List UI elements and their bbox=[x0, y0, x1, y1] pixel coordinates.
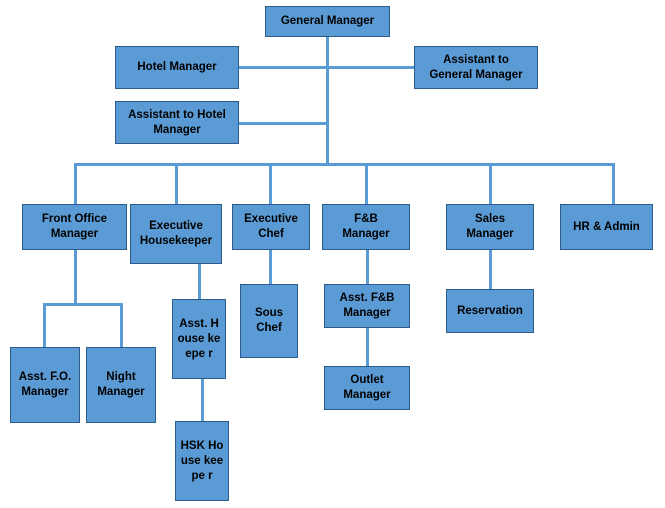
connector-drop-fb-manager bbox=[365, 163, 368, 204]
connector-drop-night-manager bbox=[120, 303, 123, 347]
node-label-hsk-housekeeper: HSK House keepe r bbox=[180, 439, 224, 482]
node-hr-admin[interactable]: HR & Admin bbox=[560, 204, 653, 250]
node-sales-manager[interactable]: Sales Manager bbox=[446, 204, 534, 250]
connector-fo-stem bbox=[74, 250, 77, 303]
connector-drop-hsk-housekeeper bbox=[201, 379, 204, 421]
node-label-reservation: Reservation bbox=[457, 304, 523, 317]
node-label-fb-manager: F&B Manager bbox=[342, 213, 390, 240]
connector-drop-asst-housekeeper bbox=[198, 264, 201, 299]
node-label-night-manager: Night Manager bbox=[97, 371, 145, 398]
connector-drop-front-office bbox=[74, 163, 77, 204]
node-asst-fb-manager[interactable]: Asst. F&B Manager bbox=[324, 284, 410, 328]
node-label-outlet-manager: Outlet Manager bbox=[343, 374, 391, 401]
node-executive-chef[interactable]: Executive Chef bbox=[232, 204, 310, 250]
node-label-executive-chef: Executive Chef bbox=[244, 213, 298, 240]
connector-trunk-gm-down bbox=[326, 37, 329, 163]
node-general-manager[interactable]: General Manager bbox=[265, 6, 390, 37]
node-label-hr-admin: HR & Admin bbox=[573, 220, 640, 233]
connector-stub-gm-asst-hotel-mgr bbox=[239, 122, 327, 125]
node-label-sales-manager: Sales Manager bbox=[466, 213, 514, 240]
node-fb-manager[interactable]: F&B Manager bbox=[322, 204, 410, 250]
org-chart-canvas: General Manager Hotel Manager Assistant to… bbox=[0, 0, 665, 508]
node-assistant-hotel-manager[interactable]: Assistant to Hotel Manager bbox=[115, 101, 239, 144]
connector-drop-sous-chef bbox=[269, 250, 272, 284]
connector-drop-sales-manager bbox=[489, 163, 492, 204]
node-label-asst-fo-manager: Asst. F.O. Manager bbox=[18, 371, 72, 398]
connector-drop-hr-admin bbox=[612, 163, 615, 204]
node-label-front-office-manager: Front Office Manager bbox=[41, 213, 108, 240]
node-outlet-manager[interactable]: Outlet Manager bbox=[324, 366, 410, 410]
node-night-manager[interactable]: Night Manager bbox=[86, 347, 156, 423]
node-label-hotel-manager: Hotel Manager bbox=[137, 61, 217, 73]
connector-level2-bus bbox=[74, 163, 615, 166]
connector-drop-exec-chef bbox=[269, 163, 272, 204]
node-reservation[interactable]: Reservation bbox=[446, 289, 534, 333]
connector-stub-gm-hotel-manager bbox=[239, 66, 327, 69]
node-executive-housekeeper[interactable]: Executive Housekeeper bbox=[130, 204, 222, 264]
node-label-sous-chef: Sous Chef bbox=[254, 307, 284, 334]
node-label-assistant-hotel-manager: Assistant to Hotel Manager bbox=[128, 108, 226, 136]
node-label-asst-fb-manager: Asst. F&B Manager bbox=[339, 292, 395, 319]
node-label-executive-housekeeper: Executive Housekeeper bbox=[139, 220, 213, 247]
node-asst-housekeeper[interactable]: Asst. House keepe r bbox=[172, 299, 226, 379]
node-label-assistant-general-manager: Assistant to General Manager bbox=[429, 53, 523, 81]
node-assistant-general-manager[interactable]: Assistant to General Manager bbox=[414, 46, 538, 89]
connector-drop-asst-fo-manager bbox=[43, 303, 46, 347]
connector-drop-asst-fb-manager bbox=[366, 250, 369, 284]
connector-drop-exec-housekeeper bbox=[175, 163, 178, 204]
connector-drop-outlet-manager bbox=[366, 328, 369, 366]
connector-fo-bus bbox=[43, 303, 123, 306]
node-sous-chef[interactable]: Sous Chef bbox=[240, 284, 298, 358]
node-front-office-manager[interactable]: Front Office Manager bbox=[22, 204, 127, 250]
node-label-asst-housekeeper: Asst. House keepe r bbox=[177, 317, 221, 360]
connector-stub-gm-asst-gm bbox=[326, 66, 414, 69]
node-hsk-housekeeper[interactable]: HSK House keepe r bbox=[175, 421, 229, 501]
node-asst-fo-manager[interactable]: Asst. F.O. Manager bbox=[10, 347, 80, 423]
node-hotel-manager[interactable]: Hotel Manager bbox=[115, 46, 239, 89]
connector-drop-reservation bbox=[489, 250, 492, 289]
node-label-general-manager: General Manager bbox=[280, 15, 375, 27]
